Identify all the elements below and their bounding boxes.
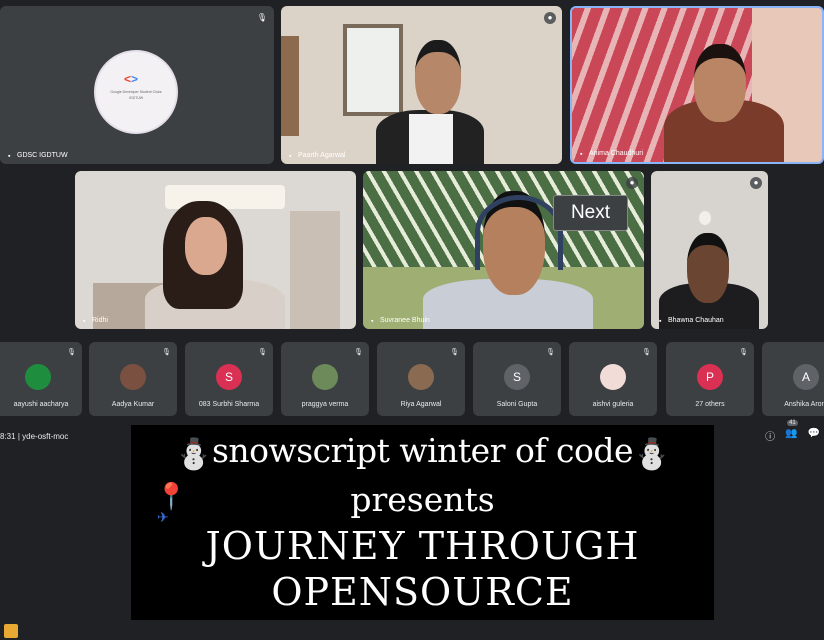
pin-icon: ▪ — [580, 150, 583, 158]
participant-name: aishvi guleria — [592, 401, 634, 408]
mic-off-icon: ● — [750, 177, 762, 189]
snowman-icon: ⛄ — [633, 437, 670, 472]
tile-name: ▪ Bhawna Chauhan — [659, 317, 724, 325]
participant-tile[interactable]: 🎙 aayushi aacharya — [0, 342, 82, 416]
participant-avatar — [25, 364, 51, 390]
next-tooltip[interactable]: Next — [553, 195, 628, 231]
participant-avatar: A — [793, 364, 819, 390]
mic-off-icon: 🎙 — [162, 349, 171, 356]
mic-off-icon: 🎙 — [739, 349, 748, 356]
participant-tile[interactable]: S 🎙 Saloni Gupta — [473, 342, 561, 416]
participant-avatar: P — [697, 364, 723, 390]
gdsc-logo-icon: <> — [124, 72, 139, 86]
gdsc-logo-text: Google Developer Student Clubs — [110, 90, 162, 94]
gdsc-logo-sub: IGDTUW — [128, 96, 144, 100]
tile-bhawna[interactable]: ▪ Bhawna Chauhan ● — [651, 171, 768, 329]
lamp — [699, 211, 711, 225]
pin-icon: ▪ — [371, 317, 374, 325]
participant-tile[interactable]: 🎙 aishvi guleria — [569, 342, 657, 416]
participant-avatar — [600, 364, 626, 390]
participant-tile[interactable]: S 🎙 083 Surbhi Sharma — [185, 342, 273, 416]
tile-name: ▪ Suvranee Bhuin — [371, 317, 430, 325]
participant-name: 27 others — [695, 401, 725, 408]
tile-paarth[interactable]: ▪ Paarth Agarwal ● — [281, 6, 562, 164]
banner-line4: OPENSOURCE — [271, 570, 574, 614]
tile-name: ▪ GDSC IGDTUW — [8, 152, 68, 160]
people-count: 41 — [787, 420, 798, 426]
participant-avatar — [312, 364, 338, 390]
mic-off-icon: 🎙 — [546, 349, 555, 356]
tile-name: ▪ Paarth Agarwal — [289, 152, 346, 160]
participant-name: Saloni Gupta — [496, 401, 538, 408]
chat-icon[interactable]: 💬 — [808, 428, 820, 443]
location-pin-icon: 📍 — [155, 482, 188, 512]
participant-name: 083 Surbhi Sharma — [198, 401, 260, 408]
people-icon[interactable]: 👥 41 — [785, 420, 798, 443]
participant-avatar — [120, 364, 146, 390]
participant-tile[interactable]: 🎙 praggya verma — [281, 342, 369, 416]
tile-ridhi[interactable]: ▪ Ridhi — [75, 171, 356, 329]
mic-off-icon: ● — [626, 177, 638, 189]
mic-off-icon: 🎙 — [450, 349, 459, 356]
door — [290, 211, 340, 329]
participant-tile[interactable]: P 🎙 27 others — [666, 342, 754, 416]
participant-tile[interactable]: 🎙 Riya Agarwal — [377, 342, 465, 416]
tile-name: ▪ Ridhi — [83, 317, 108, 325]
participant-avatar: S — [504, 364, 530, 390]
participant-avatar: S — [216, 364, 242, 390]
tile-anima[interactable]: ▪ Anima Chaudhuri — [570, 6, 824, 164]
person-head — [687, 233, 729, 303]
pin-icon: ▪ — [659, 317, 662, 325]
bottom-right-icons: ⓘ 👥 41 💬 — [765, 420, 820, 443]
banner-line3: JOURNEY THROUGH — [205, 524, 640, 568]
meeting-code: yde-osft-moc — [22, 432, 69, 441]
participant-name: aayushi aacharya — [13, 401, 69, 408]
info-icon[interactable]: ⓘ — [765, 428, 775, 443]
participant-name: Riya Agarwal — [400, 401, 442, 408]
app-badge — [4, 624, 18, 638]
headphones — [475, 195, 563, 270]
person-head — [185, 217, 227, 275]
pin-icon: ▪ — [8, 152, 11, 160]
pin-icon: ▪ — [83, 317, 86, 325]
banner-line1: snowscript winter of code — [211, 431, 634, 470]
gdsc-logo: <> Google Developer Student Clubs IGDTUW — [94, 50, 178, 134]
tile-gdsc[interactable]: <> Google Developer Student Clubs IGDTUW… — [0, 6, 274, 164]
person-head — [415, 40, 461, 114]
mic-off-icon: 🎙 — [67, 349, 76, 356]
participant-avatar — [408, 364, 434, 390]
participant-name: Anshika Arora — [784, 401, 824, 408]
meeting-info: 8:31 | yde-osft-moc — [0, 432, 69, 441]
mic-off-icon: 🎙 — [256, 13, 268, 22]
shelf — [281, 36, 299, 136]
mic-off-icon: 🎙 — [642, 349, 651, 356]
title-banner: ⛄snowscript winter of code⛄ 📍 ✈ presents J… — [131, 425, 714, 620]
meeting-time: 8:31 — [0, 432, 16, 441]
snowman-icon: ⛄ — [175, 437, 212, 472]
participant-name: Aadya Kumar — [111, 401, 155, 408]
mic-off-icon: 🎙 — [354, 349, 363, 356]
tile-name: ▪ Anima Chaudhuri — [580, 150, 644, 158]
mic-off-icon: 🎙 — [258, 349, 267, 356]
participant-tile[interactable]: 🎙 Aadya Kumar — [89, 342, 177, 416]
mic-off-icon: ● — [544, 12, 556, 24]
banner-line2: presents — [350, 480, 495, 519]
pin-icon: ▪ — [289, 152, 292, 160]
window — [343, 24, 403, 116]
person-head — [694, 44, 746, 122]
participant-tile[interactable]: A Anshika Arora — [762, 342, 824, 416]
person-shirt — [409, 114, 453, 164]
participant-name: praggya verma — [301, 401, 349, 408]
